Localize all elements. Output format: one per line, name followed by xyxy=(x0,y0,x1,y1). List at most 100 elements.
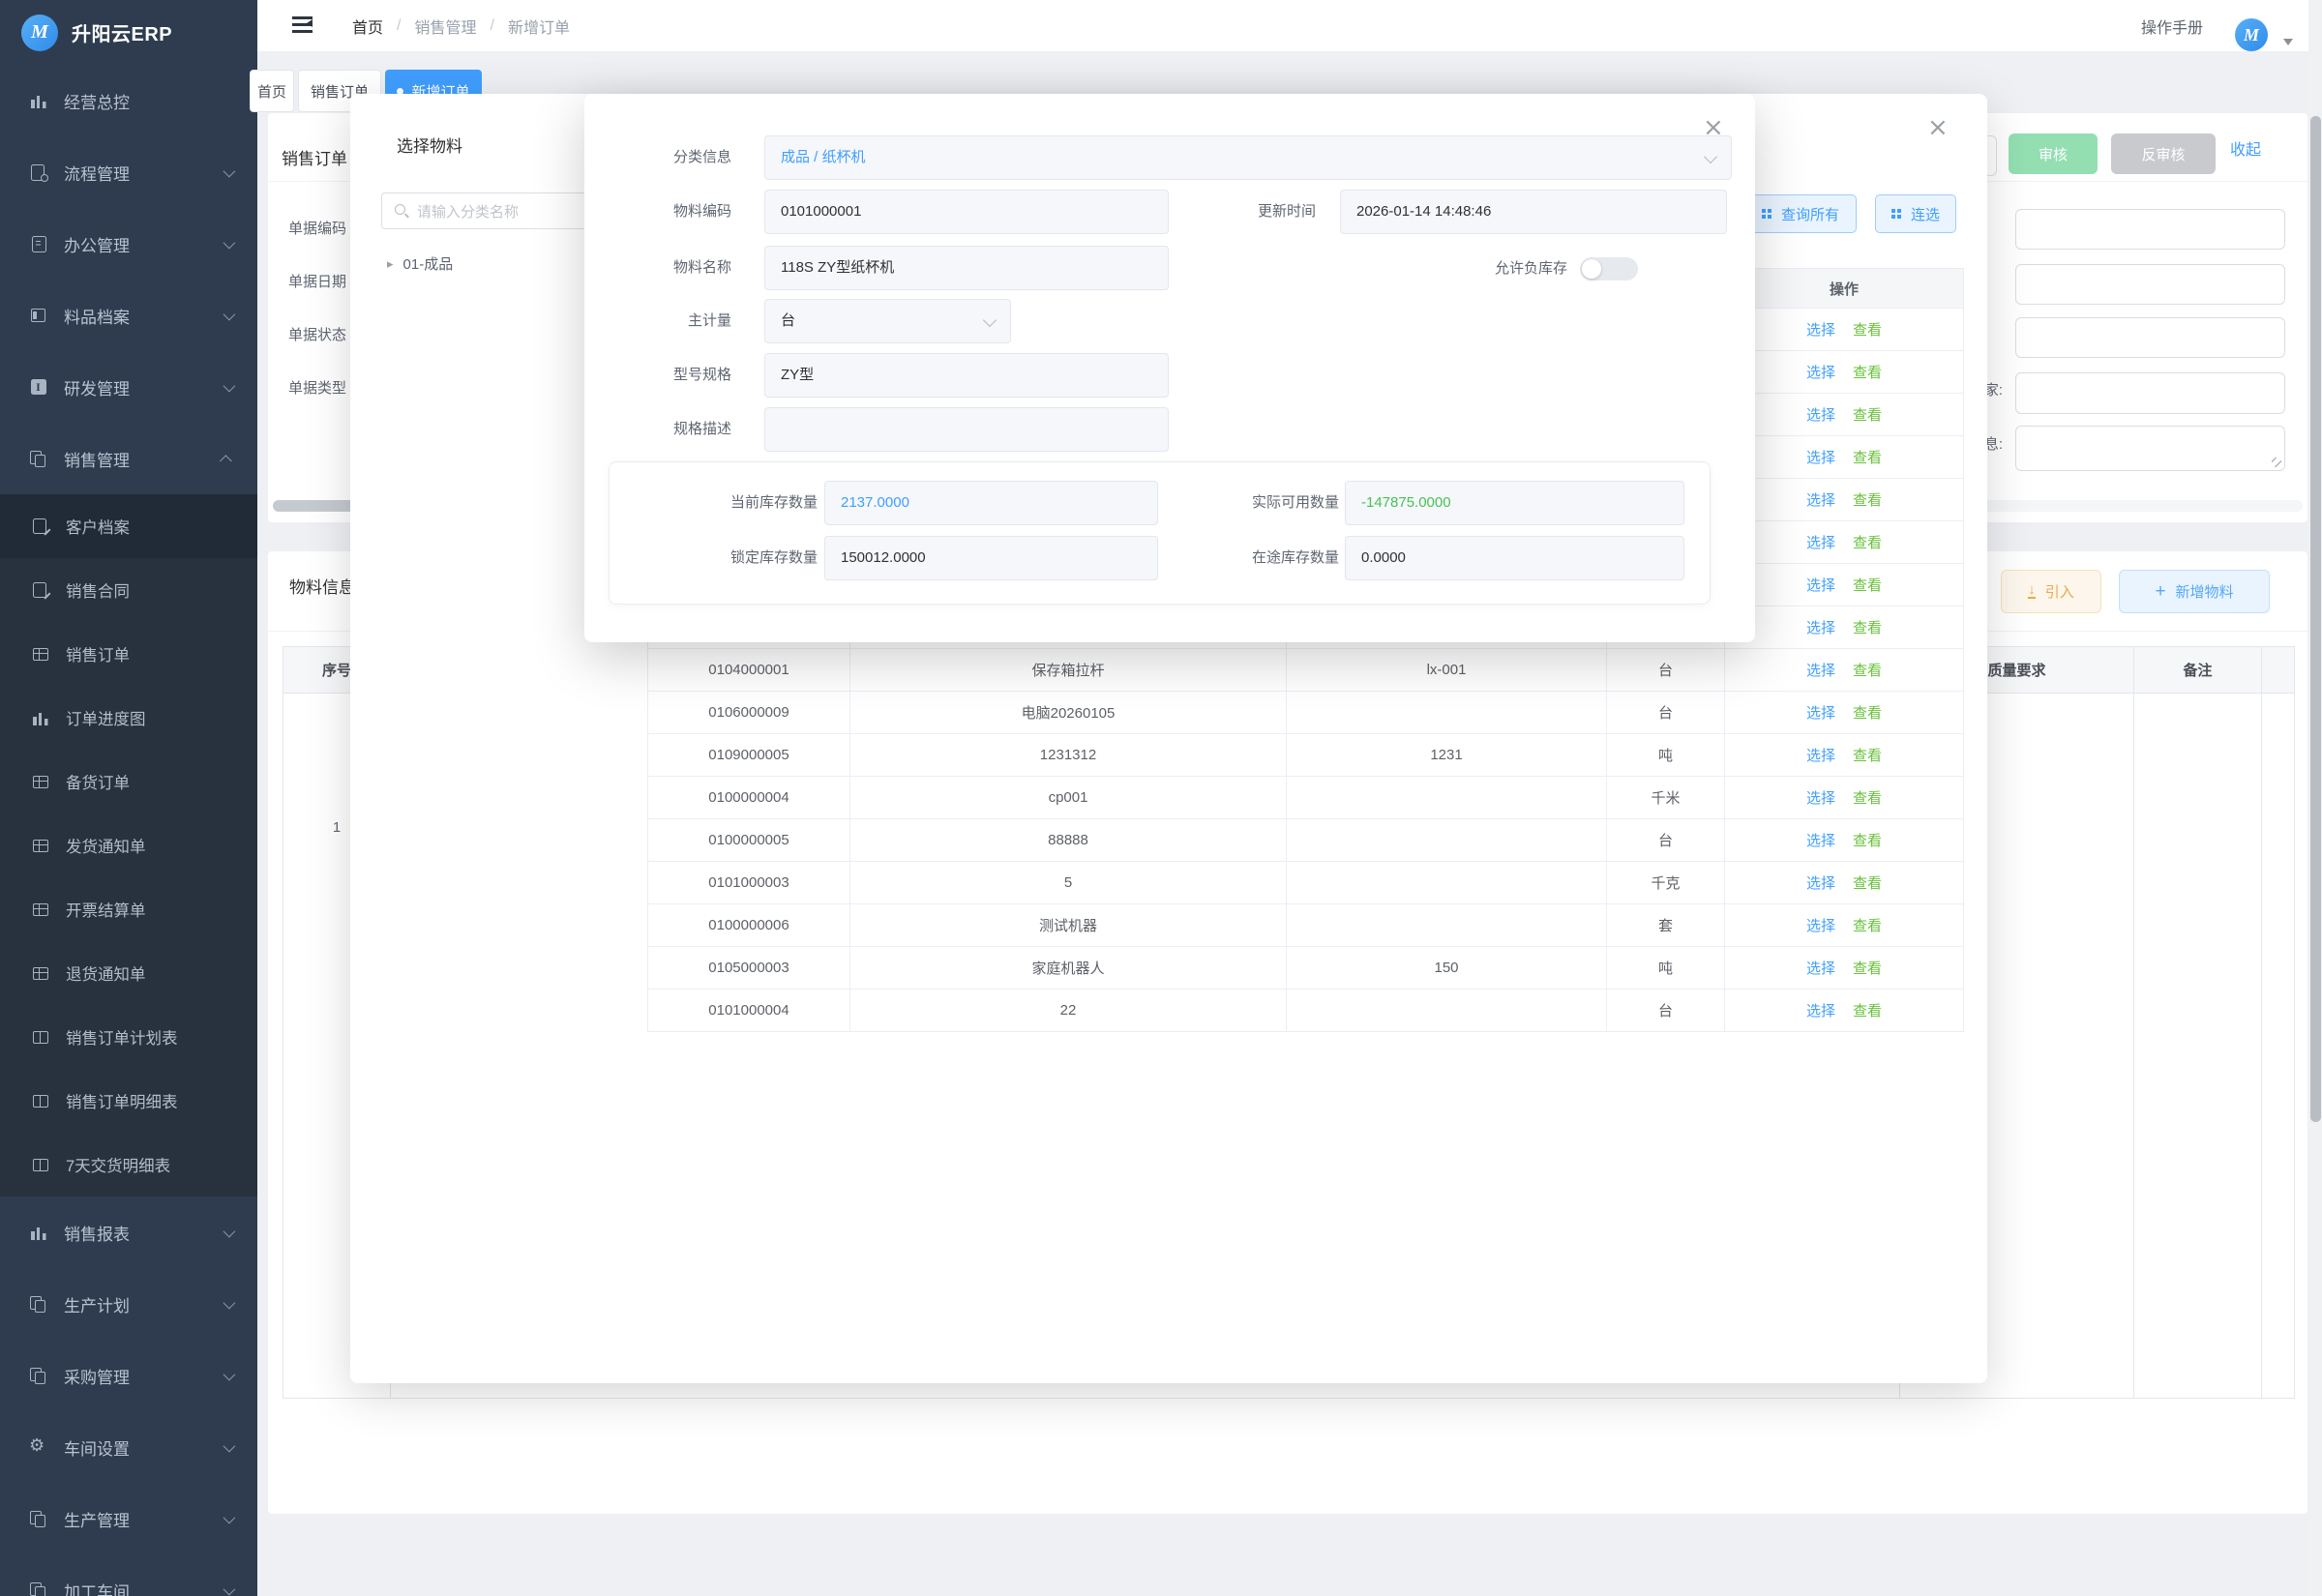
view-link[interactable]: 查看 xyxy=(1853,575,1882,595)
breadcrumb-sales[interactable]: 销售管理 xyxy=(414,15,476,38)
view-link[interactable]: 查看 xyxy=(1853,830,1882,850)
negative-stock-toggle[interactable] xyxy=(1580,257,1638,281)
menu-collapse-icon[interactable] xyxy=(292,16,313,19)
view-link[interactable]: 查看 xyxy=(1853,915,1882,935)
select-link[interactable]: 选择 xyxy=(1806,915,1835,935)
sidebar-item[interactable]: 经营总控 xyxy=(0,65,257,136)
import-button[interactable]: ↓ 引入 xyxy=(2001,570,2101,613)
order-textarea[interactable] xyxy=(2015,426,2285,471)
select-link[interactable]: 选择 xyxy=(1806,958,1835,978)
remark-cell[interactable] xyxy=(2134,694,2262,1399)
select-link[interactable]: 选择 xyxy=(1806,617,1835,637)
sidebar-item-label: 经营总控 xyxy=(64,89,130,113)
sidebar-subitem[interactable]: 备货订单 xyxy=(0,750,257,813)
sidebar-subitem[interactable]: 退货通知单 xyxy=(0,941,257,1005)
view-link[interactable]: 查看 xyxy=(1853,532,1882,552)
sidebar-item[interactable]: 生产管理 xyxy=(0,1483,257,1554)
sidebar-item[interactable]: 加工车间 xyxy=(0,1554,257,1596)
query-all-button[interactable]: 查询所有 xyxy=(1744,194,1857,233)
name-field[interactable]: 118S ZY型纸杯机 xyxy=(764,246,1169,290)
sidebar-subitem[interactable]: 发货通知单 xyxy=(0,813,257,877)
order-input[interactable] xyxy=(2015,209,2285,250)
view-link[interactable]: 查看 xyxy=(1853,660,1882,680)
updated-field[interactable]: 2026-01-14 14:48:46 xyxy=(1340,190,1727,234)
select-link[interactable]: 选择 xyxy=(1806,575,1835,595)
code-field[interactable]: 0101000001 xyxy=(764,190,1169,234)
breadcrumb-home[interactable]: 首页 xyxy=(352,15,383,38)
sidebar-subitem[interactable]: 销售订单 xyxy=(0,622,257,686)
order-input[interactable] xyxy=(2015,317,2285,358)
multi-select-button[interactable]: 连选 xyxy=(1875,194,1956,233)
sidebar-subitem[interactable]: 订单进度图 xyxy=(0,686,257,750)
order-form-labels: 单据编码单据日期单据状态单据类型 xyxy=(288,221,346,398)
view-link[interactable]: 查看 xyxy=(1853,319,1882,340)
close-icon[interactable]: × xyxy=(1927,115,1949,140)
select-link[interactable]: 选择 xyxy=(1806,745,1835,765)
sidebar-subitem[interactable]: 客户档案 xyxy=(0,494,257,558)
sidebar-subitem[interactable]: 销售合同 xyxy=(0,558,257,622)
available-stock-field[interactable]: -147875.0000 xyxy=(1345,481,1684,525)
vertical-scrollbar-thumb[interactable] xyxy=(2310,116,2321,1122)
select-link[interactable]: 选择 xyxy=(1806,1000,1835,1020)
tree-expand-icon[interactable]: ▸ xyxy=(387,256,394,272)
spec-desc-field[interactable] xyxy=(764,407,1169,452)
transit-stock-field[interactable]: 0.0000 xyxy=(1345,536,1684,580)
select-link[interactable]: 选择 xyxy=(1806,830,1835,850)
select-link[interactable]: 选择 xyxy=(1806,319,1835,340)
view-link[interactable]: 查看 xyxy=(1853,404,1882,425)
tree-node-finished-goods[interactable]: ▸ 01-成品 xyxy=(387,253,453,274)
view-link[interactable]: 查看 xyxy=(1853,489,1882,510)
view-link[interactable]: 查看 xyxy=(1853,872,1882,893)
unaudit-button[interactable]: 反审核 xyxy=(2111,133,2216,174)
select-link[interactable]: 选择 xyxy=(1806,702,1835,723)
avatar[interactable]: M xyxy=(2235,18,2268,51)
unit-select[interactable]: 台 xyxy=(764,299,1011,343)
model-field[interactable]: ZY型 xyxy=(764,353,1169,398)
sidebar-item[interactable]: 销售管理 xyxy=(0,423,257,494)
select-link[interactable]: 选择 xyxy=(1806,660,1835,680)
select-link[interactable]: 选择 xyxy=(1806,872,1835,893)
view-link[interactable]: 查看 xyxy=(1853,787,1882,808)
sidebar-item[interactable]: 采购管理 xyxy=(0,1340,257,1411)
sidebar-item[interactable]: 车间设置 xyxy=(0,1411,257,1483)
view-link[interactable]: 查看 xyxy=(1853,702,1882,723)
category-select[interactable]: 成品 / 纸杯机 xyxy=(764,135,1732,180)
select-link[interactable]: 选择 xyxy=(1806,787,1835,808)
sidebar-subitem[interactable]: 销售订单计划表 xyxy=(0,1005,257,1069)
select-link[interactable]: 选择 xyxy=(1806,404,1835,425)
select-link[interactable]: 选择 xyxy=(1806,362,1835,382)
sidebar-item[interactable]: 研发管理 xyxy=(0,351,257,423)
rnd-icon xyxy=(29,378,47,397)
select-link[interactable]: 选择 xyxy=(1806,532,1835,552)
add-material-button[interactable]: + 新增物料 xyxy=(2119,570,2270,613)
table-icon xyxy=(31,901,49,919)
sidebar-item[interactable]: 生产计划 xyxy=(0,1268,257,1340)
view-link[interactable]: 查看 xyxy=(1853,745,1882,765)
tab-home[interactable]: 首页 xyxy=(250,70,294,112)
sidebar-subitem[interactable]: 开票结算单 xyxy=(0,877,257,941)
sidebar-subitem-label: 发货通知单 xyxy=(66,834,146,857)
view-link[interactable]: 查看 xyxy=(1853,958,1882,978)
view-link[interactable]: 查看 xyxy=(1853,447,1882,467)
collapse-link[interactable]: 收起 xyxy=(2230,136,2261,160)
view-link[interactable]: 查看 xyxy=(1853,1000,1882,1020)
manual-link[interactable]: 操作手册 xyxy=(2141,0,2203,51)
vertical-scrollbar[interactable] xyxy=(2308,0,2322,1596)
sidebar-item[interactable]: 办公管理 xyxy=(0,208,257,280)
sidebar-subitem[interactable]: 销售订单明细表 xyxy=(0,1069,257,1133)
order-input[interactable] xyxy=(2015,372,2285,414)
sidebar-item[interactable]: 料品档案 xyxy=(0,280,257,351)
sidebar-subitem[interactable]: 7天交货明细表 xyxy=(0,1133,257,1197)
audit-button[interactable]: 审核 xyxy=(2009,133,2098,174)
select-link[interactable]: 选择 xyxy=(1806,489,1835,510)
view-link[interactable]: 查看 xyxy=(1853,617,1882,637)
sidebar-item[interactable]: 流程管理 xyxy=(0,136,257,208)
resize-handle-icon[interactable] xyxy=(2272,458,2281,467)
sidebar-item[interactable]: 销售报表 xyxy=(0,1197,257,1268)
view-link[interactable]: 查看 xyxy=(1853,362,1882,382)
chevron-down-icon[interactable] xyxy=(2283,39,2293,50)
order-input[interactable] xyxy=(2015,264,2285,305)
locked-stock-field[interactable]: 150012.0000 xyxy=(824,536,1158,580)
current-stock-field[interactable]: 2137.0000 xyxy=(824,481,1158,525)
select-link[interactable]: 选择 xyxy=(1806,447,1835,467)
